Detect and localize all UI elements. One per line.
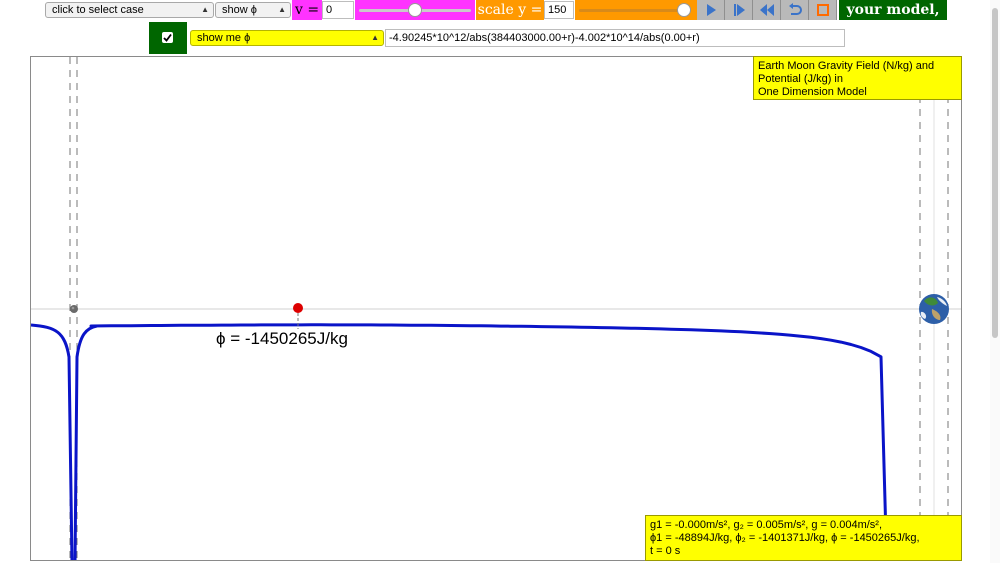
moon-well-curve: [31, 323, 98, 560]
reset-button[interactable]: [781, 0, 809, 20]
formula-checkbox-box: [149, 22, 187, 54]
scale-slider[interactable]: [575, 0, 697, 20]
top-toolbar: click to select case ▲ show ϕ ▲ v = 0 sc…: [0, 0, 1000, 38]
plot-title-line-2: Potential (J/kg) in: [758, 73, 843, 85]
reset-icon: [788, 3, 802, 15]
show-select-value: show ϕ: [222, 4, 257, 16]
scale-input[interactable]: 150: [544, 1, 574, 19]
phi-readout: ϕ = -1450265J/kg: [216, 329, 348, 348]
rewind-icon: [759, 4, 774, 16]
case-select-value: click to select case: [52, 4, 144, 16]
plot-canvas[interactable]: ϕ = -1450265J/kg: [30, 56, 962, 561]
scale-slider-thumb[interactable]: [677, 3, 691, 17]
play-button[interactable]: [697, 0, 725, 20]
stop-button[interactable]: [809, 0, 837, 20]
stats-line-1: g1 = -0.000m/s², g₂ = 0.005m/s², g = 0.0…: [650, 519, 883, 531]
model-label: your model, ϕ=: [839, 0, 947, 38]
v-slider-thumb[interactable]: [408, 3, 422, 17]
v-slider[interactable]: [355, 0, 475, 20]
select-arrows-icon: ▲: [371, 33, 379, 42]
page-scrollbar[interactable]: [990, 0, 1000, 563]
stats-box: g1 = -0.000m/s², g₂ = 0.005m/s², g = 0.0…: [645, 515, 962, 561]
plot-title-line-1: Earth Moon Gravity Field (N/kg) and: [758, 60, 935, 72]
plot-title-line-3: One Dimension Model: [758, 86, 867, 98]
show-me-select[interactable]: show me ϕ ▲: [190, 30, 384, 46]
stats-line-2: ϕ1 = -48894J/kg, ϕ₂ = -1401371J/kg, ϕ = …: [650, 532, 920, 544]
scale-label: scale y =: [476, 0, 544, 20]
select-arrows-icon: ▲: [278, 5, 286, 14]
rewind-button[interactable]: [753, 0, 781, 20]
play-icon: [706, 4, 716, 16]
scale-slider-track: [579, 9, 691, 12]
step-icon: [733, 4, 745, 16]
moon-icon[interactable]: [70, 305, 78, 313]
formula-input[interactable]: -4.90245*10^12/abs(384403000.00+r)-4.002…: [385, 29, 845, 47]
show-me-select-value: show me ϕ: [197, 32, 251, 44]
select-arrows-icon: ▲: [201, 5, 209, 14]
formula-checkbox[interactable]: [162, 32, 173, 43]
stop-icon: [816, 4, 829, 16]
check-icon: [163, 33, 172, 42]
page-scrollbar-thumb[interactable]: [992, 8, 998, 338]
case-select[interactable]: click to select case ▲: [45, 2, 214, 18]
step-button[interactable]: [725, 0, 753, 20]
plot-svg: [31, 57, 961, 560]
stats-line-3: t = 0 s: [650, 545, 681, 557]
show-select[interactable]: show ϕ ▲: [215, 2, 291, 18]
earth-icon[interactable]: [919, 294, 949, 324]
v-input[interactable]: 0: [322, 1, 354, 19]
v-label: v =: [292, 0, 322, 20]
plot-title-box: Earth Moon Gravity Field (N/kg) and Pote…: [753, 56, 962, 100]
